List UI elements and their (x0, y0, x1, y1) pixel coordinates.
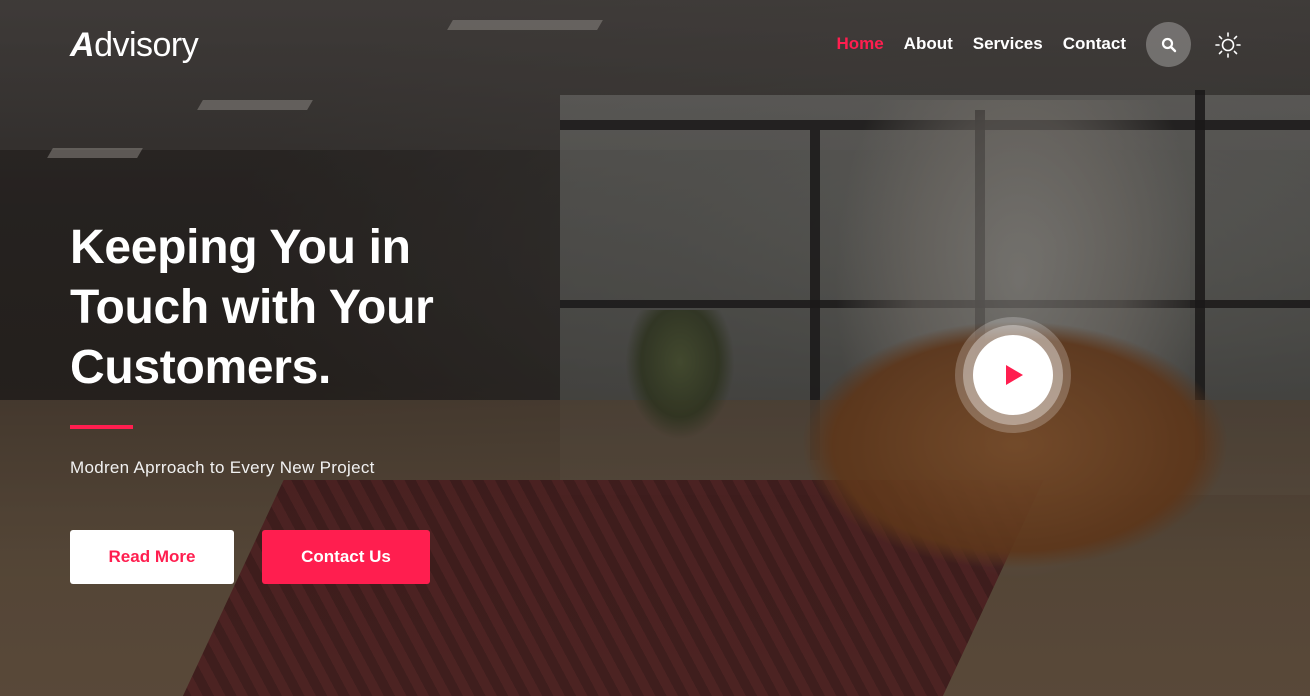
nav-item-contact[interactable]: Contact (1063, 34, 1126, 54)
logo[interactable]: Advisory (70, 26, 199, 65)
hero-title: Keeping You in Touch with Your Customers… (70, 218, 500, 398)
hero-title-line: Keeping You in (70, 221, 411, 274)
accent-divider (70, 425, 133, 429)
video-play-button[interactable] (973, 335, 1053, 415)
sun-icon (1215, 32, 1241, 58)
contact-us-button[interactable]: Contact Us (262, 530, 430, 584)
hero-title-line: Customers. (70, 341, 332, 394)
play-icon (1006, 365, 1023, 385)
nav-item-about[interactable]: About (904, 34, 953, 54)
search-icon (1161, 37, 1176, 52)
nav-item-home[interactable]: Home (836, 34, 883, 54)
logo-initial: A (70, 26, 95, 64)
read-more-button[interactable]: Read More (70, 530, 234, 584)
hero-title-line: Touch with Your (70, 281, 434, 334)
logo-text: dvisory (94, 26, 199, 64)
search-button[interactable] (1146, 22, 1191, 67)
nav-item-services[interactable]: Services (973, 34, 1043, 54)
theme-toggle[interactable] (1214, 31, 1242, 59)
main-nav: Home About Services Contact (836, 34, 1126, 54)
hero-subtitle: Modren Aprroach to Every New Project (70, 458, 375, 477)
